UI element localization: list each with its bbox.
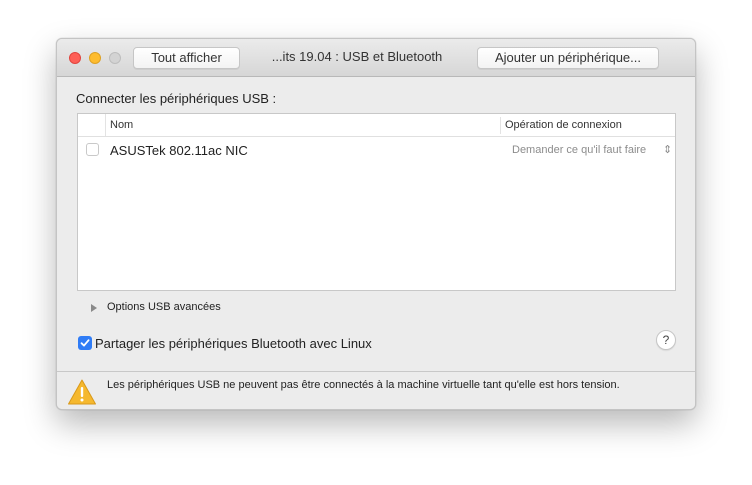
updown-chevron-icon[interactable]: ⇕ (663, 143, 672, 156)
help-button[interactable]: ? (656, 330, 676, 350)
table-header: Nom Opération de connexion (78, 114, 675, 137)
device-checkbox[interactable] (86, 143, 99, 156)
share-bluetooth-label[interactable]: Partager les périphériques Bluetooth ave… (95, 336, 372, 351)
warning-icon (68, 379, 96, 405)
usb-devices-table: Nom Opération de connexion ASUSTek 802.1… (77, 113, 676, 291)
column-header-checkbox[interactable] (78, 114, 106, 136)
footer-warning-bar: Les périphériques USB ne peuvent pas êtr… (57, 371, 695, 409)
column-header-operation[interactable]: Opération de connexion (505, 119, 622, 131)
checkmark-icon (80, 339, 90, 347)
device-name: ASUSTek 802.11ac NIC (110, 143, 248, 158)
add-device-button[interactable]: Ajouter un périphérique... (477, 47, 659, 69)
disclosure-triangle-icon[interactable] (91, 304, 97, 312)
window-title: ...its 19.04 : USB et Bluetooth (271, 49, 443, 64)
zoom-window-button[interactable] (109, 52, 121, 64)
share-bluetooth-checkbox[interactable] (78, 336, 92, 350)
connection-operation-select[interactable]: Demander ce qu'il faut faire (512, 144, 646, 156)
preferences-window: Tout afficher ...its 19.04 : USB et Blue… (56, 38, 696, 410)
usb-section-label: Connecter les périphériques USB : (76, 91, 277, 106)
column-header-name[interactable]: Nom (110, 119, 133, 131)
warning-text: Les périphériques USB ne peuvent pas êtr… (107, 379, 620, 391)
close-window-button[interactable] (69, 52, 81, 64)
minimize-window-button[interactable] (89, 52, 101, 64)
table-row[interactable]: ASUSTek 802.11ac NIC Demander ce qu'il f… (78, 138, 675, 162)
advanced-usb-options[interactable]: Options USB avancées (107, 301, 221, 313)
column-divider (500, 117, 501, 134)
title-bar: Tout afficher ...its 19.04 : USB et Blue… (57, 39, 695, 77)
show-all-button[interactable]: Tout afficher (133, 47, 240, 69)
